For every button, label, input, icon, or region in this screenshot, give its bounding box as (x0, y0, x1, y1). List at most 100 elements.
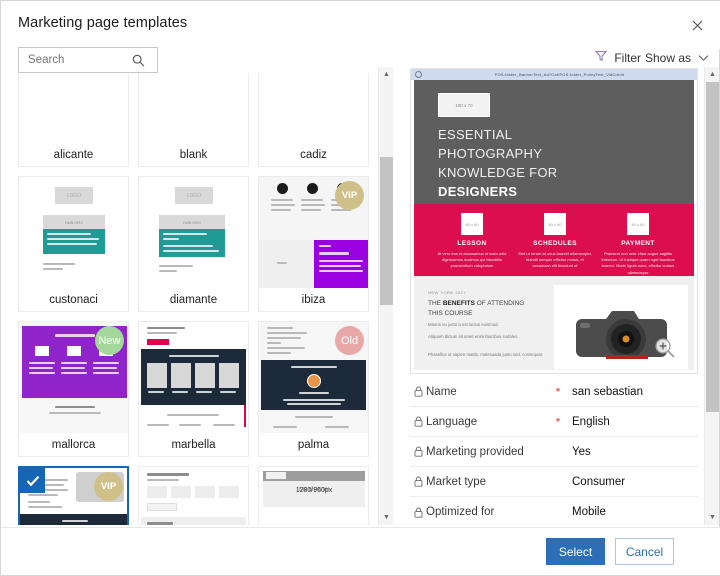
template-name: blank (139, 143, 248, 166)
hero-logo-placeholder: 180 x 70 (438, 93, 490, 117)
preview-hero: 180 x 70 ESSENTIAL PHOTOGRAPHY KNOWLEDGE… (414, 80, 694, 204)
template-card-san-sebastian[interactable]: VIP san sebastian (18, 466, 129, 525)
browser-dot-icon (415, 71, 422, 78)
hero-headline-bold: DESIGNERS (438, 184, 518, 199)
preview-browser-bar: POS-folder_BannerText_Ad?Cat/POS-folder_… (411, 69, 697, 80)
feature-image-placeholder: 60 x 60 (627, 213, 649, 235)
template-grid-pane: alicante blank cadiz LOGO HUB GRC custon… (9, 73, 389, 525)
template-name: marbella (139, 433, 248, 456)
template-name: ibiza (259, 288, 368, 311)
show-as-label: Show as (644, 51, 691, 65)
template-card-blank[interactable]: blank (138, 73, 249, 167)
benefits-bullet: Mauris eu justo a est luctus euismod. (428, 322, 499, 327)
template-card-marbella[interactable]: marbella (138, 321, 249, 457)
template-card-mallorca[interactable]: New mallorca (18, 321, 129, 457)
template-preview: POS-folder_BannerText_Ad?Cat/POS-folder_… (410, 68, 698, 374)
dialog-titlebar: Marketing page templates (1, 1, 720, 49)
feature-image-placeholder: 60 x 60 (544, 213, 566, 235)
template-card-ibiza[interactable]: VIP ibiza (258, 176, 369, 312)
dialog-footer: Select Cancel (1, 527, 720, 575)
template-thumbnail: LOGO HUB GRC (139, 177, 248, 290)
feature-title: PAYMENT (621, 240, 655, 247)
badge-vip: VIP (335, 181, 364, 210)
property-label: Language (426, 415, 478, 428)
template-name: diamante (139, 288, 248, 311)
badge-new: New (95, 326, 124, 355)
select-button[interactable]: Select (546, 538, 605, 565)
preview-benefits-section: NEW YORK 2017 THE BENEFITS OF ATTENDING … (414, 276, 694, 370)
lock-icon (410, 446, 426, 457)
preview-features-band: 60 x 60 LESSON At vero eos et accusamus … (414, 204, 694, 276)
benefits-heading-bold: BENEFITS (442, 300, 475, 307)
required-asterisk: * (555, 384, 561, 399)
template-grid-scrollbar[interactable]: ▲ ▼ (378, 67, 393, 525)
feature-column-schedules: 60 x 60 SCHEDULES Sed ut rerum at unus l… (513, 213, 597, 270)
preview-pane-scrollbar[interactable]: ▲ ▼ (704, 67, 719, 525)
hero-headline-1: ESSENTIAL (438, 127, 513, 142)
scroll-down-arrow-icon[interactable]: ▼ (379, 510, 394, 525)
property-value[interactable]: English (568, 416, 610, 428)
benefits-heading: THE BENEFITS OF ATTENDING THIS COURSE (428, 299, 538, 319)
search-box[interactable] (18, 47, 158, 73)
benefits-kicker: NEW YORK 2017 (428, 290, 467, 295)
property-row-optimized-for: Optimized for Mobile (410, 497, 698, 525)
template-thumbnail: 1280/960px Main Panel (259, 467, 368, 525)
template-name: alicante (19, 143, 128, 166)
property-value[interactable]: Mobile (568, 506, 606, 518)
template-card-cadiz[interactable]: cadiz (258, 73, 369, 167)
zoom-in-icon[interactable] (654, 337, 676, 359)
scrollbar-thumb[interactable] (380, 157, 393, 305)
page-title: Marketing page templates (18, 15, 188, 31)
scroll-down-arrow-icon[interactable]: ▼ (705, 510, 720, 525)
hero-headline-3: KNOWLEDGE FOR (438, 165, 558, 180)
template-thumbnail (259, 73, 368, 145)
selected-check-icon (20, 468, 45, 493)
feature-title: SCHEDULES (533, 240, 577, 247)
property-row-name: Name * san sebastian (410, 377, 698, 407)
property-value[interactable]: san sebastian (568, 386, 643, 398)
template-card-custonaci[interactable]: LOGO HUB GRC custonaci (18, 176, 129, 312)
template-thumbnail (19, 73, 128, 145)
hero-placeholder: HUB GRC (159, 215, 225, 229)
feature-body: At vero eos et accusamus et iusto odio d… (437, 251, 507, 269)
search-input[interactable] (19, 49, 127, 71)
template-card-sitges[interactable]: sitges (138, 466, 249, 525)
property-value[interactable]: Yes (568, 446, 591, 458)
marketing-page-templates-dialog: Marketing page templates Filter Show as (0, 0, 720, 576)
struct-overlay-label: Main Panel (298, 487, 330, 493)
template-card-palma[interactable]: Old palma (258, 321, 369, 457)
close-icon[interactable] (681, 9, 713, 41)
logo-placeholder: LOGO (55, 187, 93, 204)
template-thumbnail: LOGO HUB GRC (19, 177, 128, 290)
template-name: palma (259, 433, 368, 456)
property-value[interactable]: Consumer (568, 476, 625, 488)
scroll-up-arrow-icon[interactable]: ▲ (705, 67, 720, 82)
property-row-marketing-provided: Marketing provided Yes (410, 437, 698, 467)
template-name: mallorca (19, 433, 128, 456)
template-card-alicante[interactable]: alicante (18, 73, 129, 167)
filter-label: Filter (614, 51, 641, 65)
cancel-button[interactable]: Cancel (615, 538, 674, 565)
scrollbar-thumb[interactable] (706, 82, 719, 412)
feature-column-lesson: 60 x 60 LESSON At vero eos et accusamus … (430, 213, 514, 270)
template-card-struct-1[interactable]: 1280/960px Main Panel struct-1 (258, 466, 369, 525)
template-thumbnail (139, 73, 248, 145)
template-thumbnail (139, 467, 248, 525)
template-card-diamante[interactable]: LOGO HUB GRC diamante (138, 176, 249, 312)
search-icon[interactable] (127, 48, 149, 72)
template-name: custonaci (19, 288, 128, 311)
required-asterisk: * (555, 414, 561, 429)
property-row-market-type: Market type Consumer (410, 467, 698, 497)
hero-placeholder: HUB GRC (43, 215, 105, 229)
preview-browser-title: POS-folder_BannerText_Ad?Cat/POS-folder_… (494, 72, 625, 77)
lock-icon (410, 416, 426, 427)
feature-body: Sed ut rerum at unus laoreet ullamcorper… (518, 251, 592, 269)
lock-icon (410, 507, 426, 518)
lock-icon (410, 386, 426, 397)
template-thumbnail (139, 322, 248, 435)
feature-column-payment: 60 x 60 PAYMENT Praesent non ante vitae … (596, 213, 680, 276)
property-label: Market type (426, 475, 487, 488)
property-label: Name (426, 385, 457, 398)
template-properties: Name * san sebastian Language * English … (410, 377, 698, 525)
scroll-up-arrow-icon[interactable]: ▲ (379, 67, 394, 82)
